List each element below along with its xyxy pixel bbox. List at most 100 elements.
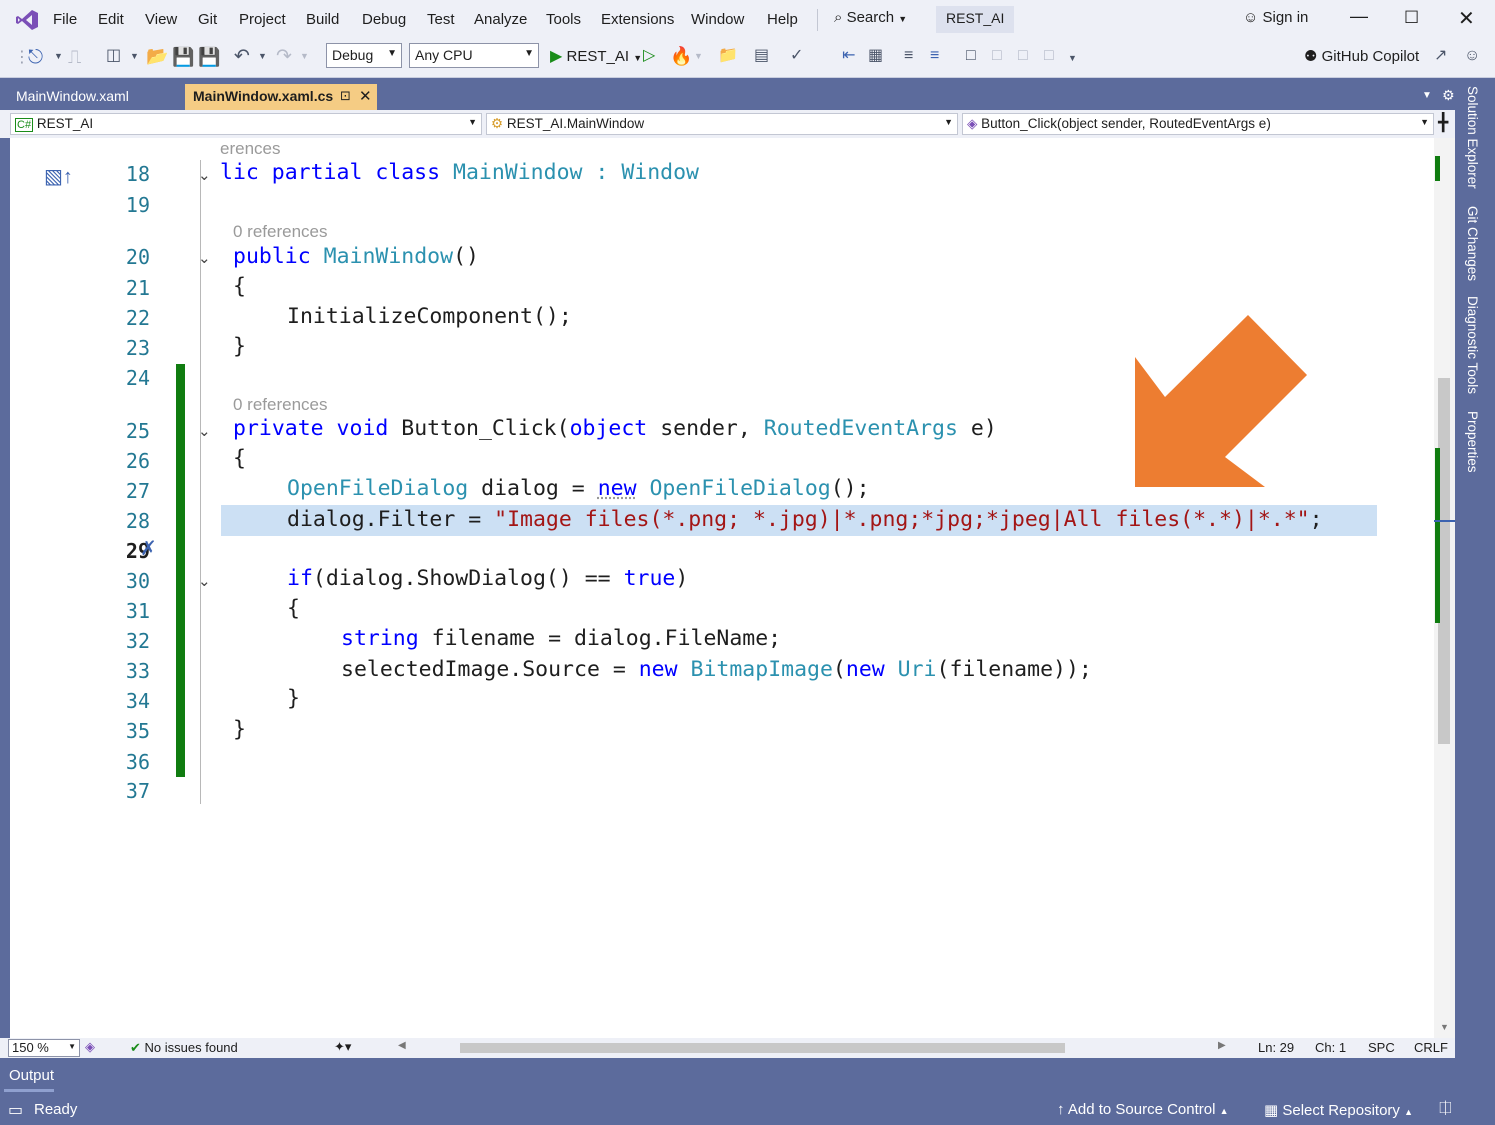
maximize-icon[interactable]: ☐ <box>1404 8 1419 28</box>
codelens-references[interactable]: 0 references <box>233 395 328 415</box>
notifications-bell-icon[interactable]: ⎅ <box>1439 1100 1452 1118</box>
scroll-left-icon[interactable]: ◀ <box>398 1040 406 1051</box>
code-line-22[interactable]: InitializeComponent(); <box>287 304 572 329</box>
horizontal-scrollbar-thumb[interactable] <box>460 1043 1065 1053</box>
share-icon[interactable]: ↗ <box>1434 48 1447 64</box>
start-without-debugging-icon[interactable]: ▷ <box>643 48 655 64</box>
tab-list-dropdown-icon[interactable]: ▼ <box>1422 90 1432 101</box>
column-indicator[interactable]: Ch: 1 <box>1315 1040 1346 1055</box>
code-line-30[interactable]: if(dialog.ShowDialog() == true) <box>287 566 688 591</box>
menu-file[interactable]: File <box>53 11 77 28</box>
undo-icon[interactable]: ↶ <box>234 47 250 66</box>
go-to-base-icon[interactable]: ▧↑ <box>44 164 73 189</box>
collapse-icon[interactable]: ⌄ <box>198 166 211 184</box>
code-line-33[interactable]: selectedImage.Source = new BitmapImage(n… <box>341 657 1092 682</box>
save-all-icon[interactable]: 💾 <box>198 48 220 66</box>
platform-select[interactable]: Any CPU ▼ <box>409 43 539 68</box>
class-dropdown[interactable]: ⚙ REST_AI.MainWindow ▼ <box>486 113 958 135</box>
previous-bookmark-icon[interactable]: □ <box>992 48 1002 64</box>
minimize-icon[interactable]: — <box>1350 6 1368 27</box>
feedback-icon[interactable]: ☺ <box>1464 48 1480 64</box>
menu-view[interactable]: View <box>145 11 177 28</box>
code-cleanup-icon[interactable]: ✦▾ <box>334 1039 351 1055</box>
sign-in-button[interactable]: ☺ Sign in <box>1243 9 1308 26</box>
output-tab[interactable]: Output <box>9 1067 54 1084</box>
codelens-references[interactable]: erences <box>220 139 280 159</box>
collapse-icon[interactable]: ⌄ <box>198 422 211 440</box>
tab-git-changes[interactable]: Git Changes <box>1465 206 1480 281</box>
code-line-28[interactable]: dialog.Filter = "Image files(*.png; *.jp… <box>287 507 1323 532</box>
code-line-34[interactable]: } <box>287 686 300 711</box>
solution-folder-icon[interactable]: 📁 <box>718 48 738 64</box>
configuration-select[interactable]: Debug ▼ <box>326 43 402 68</box>
whitespace-indicator[interactable]: SPC <box>1368 1040 1395 1055</box>
menu-debug[interactable]: Debug <box>362 11 406 28</box>
bookmark-icon[interactable]: □ <box>966 48 976 64</box>
code-line-35[interactable]: } <box>233 717 246 742</box>
chevron-down-icon[interactable]: ▼ <box>258 52 267 61</box>
chevron-down-icon[interactable]: ▼ <box>300 52 309 61</box>
menu-project[interactable]: Project <box>239 11 286 28</box>
chevron-down-icon[interactable]: ▼ <box>54 52 63 61</box>
uncomment-icon[interactable]: ≡ <box>930 48 939 64</box>
tab-properties[interactable]: Properties <box>1465 411 1480 473</box>
navigate-back-icon[interactable]: ⎋ <box>28 48 43 67</box>
hot-reload-icon[interactable]: 🔥 <box>670 47 692 65</box>
select-repository-button[interactable]: ▦ Select Repository ▲ <box>1264 1101 1413 1119</box>
code-editor[interactable]: ▧↑ ⌄ ⌄ ⌄ ⌄ 18 19 20 21 22 23 24 25 26 27… <box>10 138 1455 1038</box>
next-bookmark-icon[interactable]: □ <box>1018 48 1028 64</box>
search-button[interactable]: ⌕ Search ▼ <box>834 9 907 26</box>
navigate-forward-icon[interactable]: ⎍ <box>68 48 81 67</box>
chevron-down-icon[interactable]: ▼ <box>694 52 703 61</box>
menu-tools[interactable]: Tools <box>546 11 581 28</box>
menu-test[interactable]: Test <box>427 11 455 28</box>
line-indicator[interactable]: Ln: 29 <box>1258 1040 1294 1055</box>
open-folder-icon[interactable]: 📂 <box>146 47 168 65</box>
visual-studio-logo-icon[interactable] <box>14 8 40 32</box>
comment-out-icon[interactable]: ≡ <box>904 48 913 64</box>
code-line-25[interactable]: private void Button_Click(object sender,… <box>233 416 997 441</box>
close-window-icon[interactable]: ✕ <box>1458 6 1475 31</box>
issues-indicator[interactable]: ✔ No issues found <box>130 1040 238 1056</box>
close-tab-icon[interactable]: ✕ <box>359 87 372 105</box>
toolbar-overflow-icon[interactable]: ▼ <box>1068 54 1077 63</box>
scroll-down-icon[interactable]: ▼ <box>1440 1022 1449 1032</box>
menu-build[interactable]: Build <box>306 11 339 28</box>
code-line-26[interactable]: { <box>233 446 246 471</box>
code-line-20[interactable]: public MainWindow() <box>233 244 479 269</box>
github-copilot-button[interactable]: ⚉ GitHub Copilot <box>1304 47 1419 65</box>
tab-solution-explorer[interactable]: Solution Explorer <box>1465 86 1480 189</box>
step-icon[interactable]: ⇤ <box>842 48 855 64</box>
collapse-icon[interactable]: ⌄ <box>198 572 211 590</box>
gear-icon[interactable]: ⚙ <box>1442 87 1455 104</box>
tab-mainwindow-xaml-cs[interactable]: MainWindow.xaml.cs ⊡ ✕ <box>185 84 377 110</box>
code-line-23[interactable]: } <box>233 334 246 359</box>
redo-icon[interactable]: ↷ <box>276 47 292 66</box>
tab-mainwindow-xaml[interactable]: MainWindow.xaml <box>8 84 137 110</box>
tab-diagnostic-tools[interactable]: Diagnostic Tools <box>1465 296 1480 394</box>
quick-actions-screwdriver-icon[interactable]: ✗ <box>140 536 157 561</box>
menu-extensions[interactable]: Extensions <box>601 11 674 28</box>
code-line-27[interactable]: OpenFileDialog dialog = new OpenFileDial… <box>287 476 870 501</box>
spell-check-icon[interactable]: ✓ <box>790 48 803 64</box>
code-line-21[interactable]: { <box>233 274 246 299</box>
project-dropdown[interactable]: C# REST_AI ▼ <box>10 113 482 135</box>
code-line-32[interactable]: string filename = dialog.FileName; <box>341 626 781 651</box>
code-line-18[interactable]: lic partial class MainWindow : Window <box>220 160 699 185</box>
start-debugging-button[interactable]: ▶ REST_AI ▼ <box>550 46 642 66</box>
scroll-right-icon[interactable]: ▶ <box>1218 1040 1226 1051</box>
collapse-icon[interactable]: ⌄ <box>198 249 211 267</box>
breakpoint-window-icon[interactable]: ▦ <box>868 48 883 64</box>
split-editor-icon[interactable]: ╋ <box>1438 113 1448 133</box>
zoom-select[interactable]: 150 % ▼ <box>8 1039 80 1057</box>
pin-icon[interactable]: ⊡ <box>340 88 351 104</box>
line-ending-indicator[interactable]: CRLF <box>1414 1040 1448 1055</box>
menu-edit[interactable]: Edit <box>98 11 124 28</box>
add-to-source-control-button[interactable]: ↑ Add to Source Control ▲ <box>1057 1101 1229 1118</box>
codelens-references[interactable]: 0 references <box>233 222 328 242</box>
chevron-down-icon[interactable]: ▼ <box>130 52 139 61</box>
layout-icon[interactable]: ▤ <box>754 48 769 64</box>
member-dropdown[interactable]: ◈ Button_Click(object sender, RoutedEven… <box>962 113 1434 135</box>
menu-help[interactable]: Help <box>767 11 798 28</box>
menu-window[interactable]: Window <box>691 11 744 28</box>
